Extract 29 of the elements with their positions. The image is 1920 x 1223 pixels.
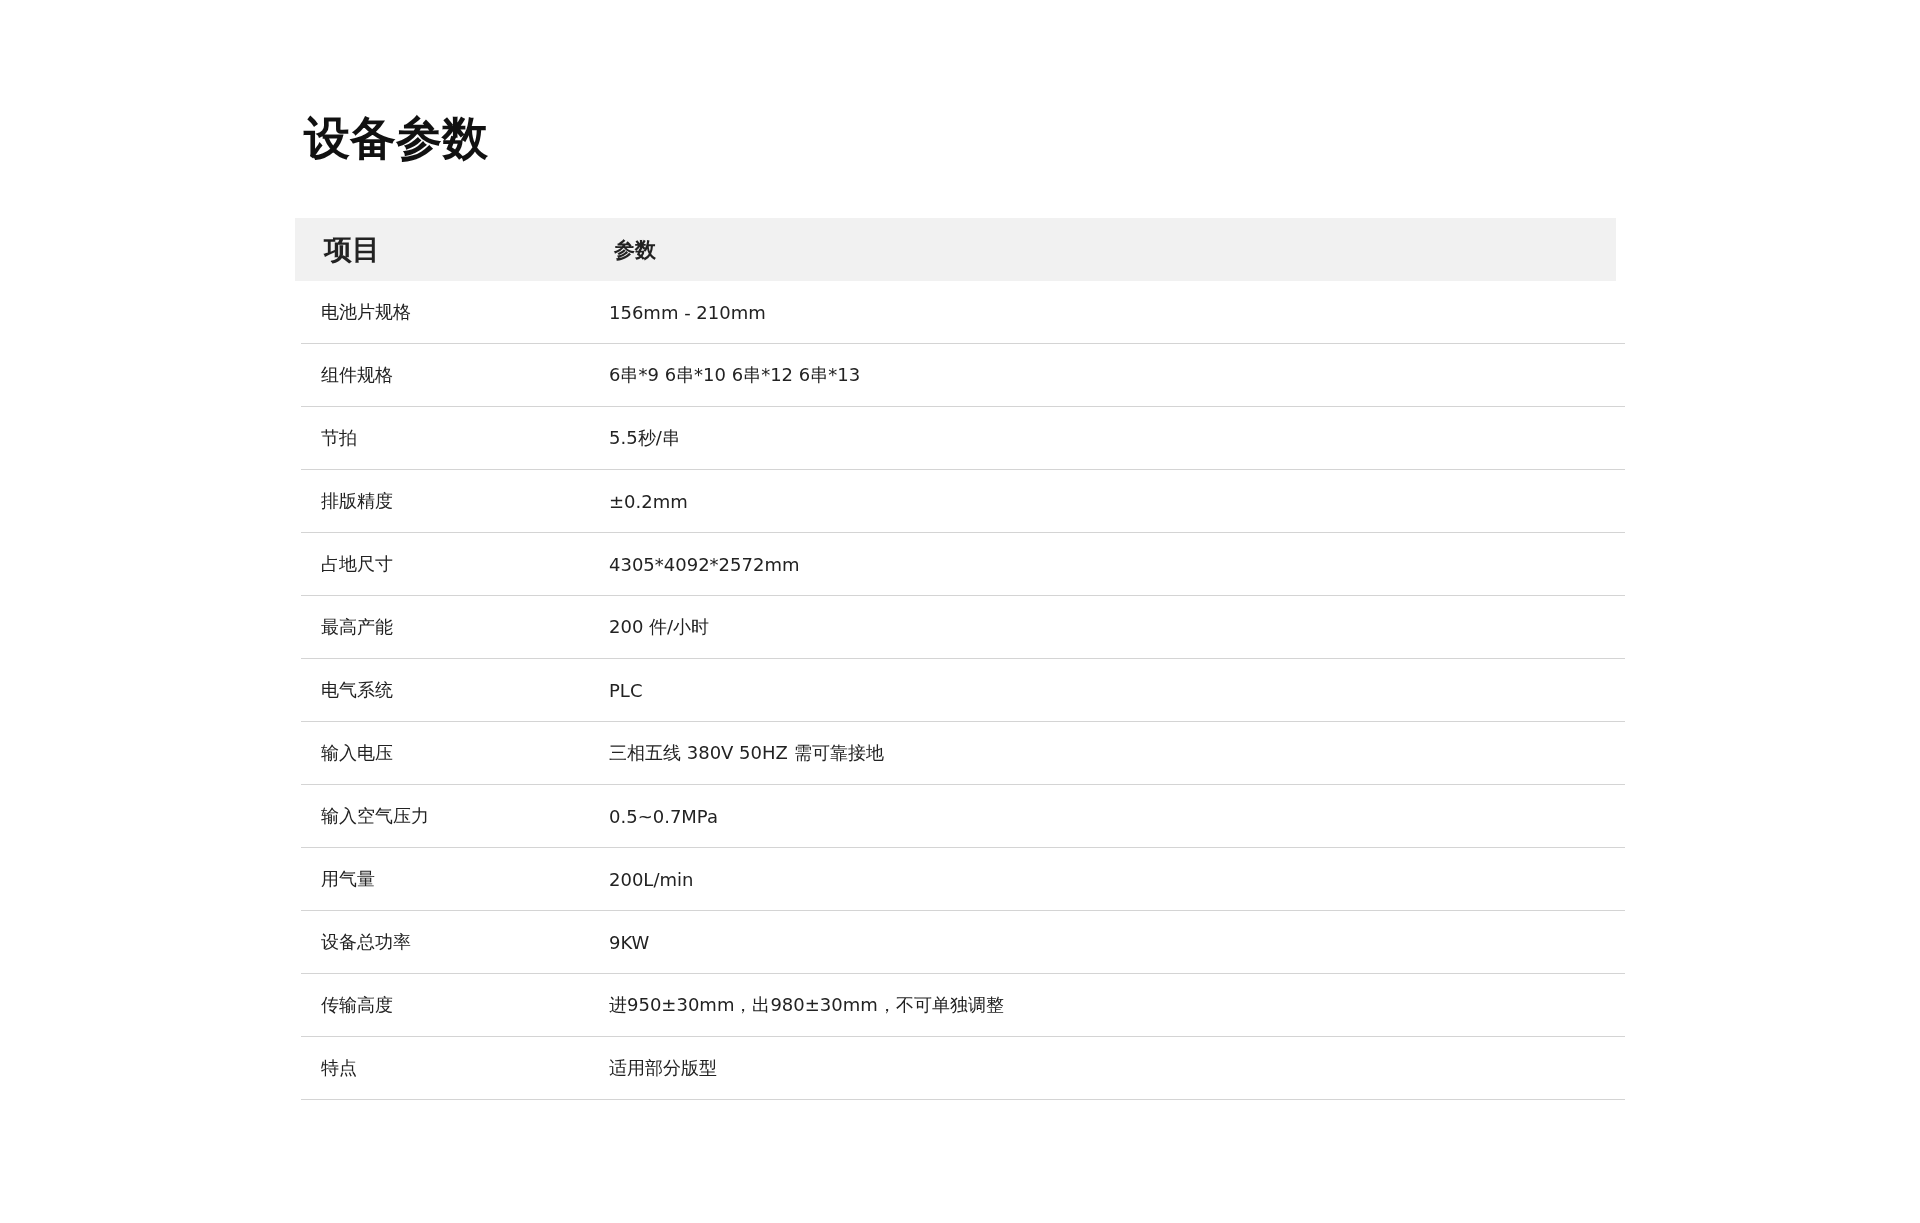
parameter-value: 4305*4092*2572mm xyxy=(609,553,800,575)
parameter-name: 特点 xyxy=(321,1056,357,1080)
parameter-value: 三相五线 380V 50HZ 需可靠接地 xyxy=(609,741,884,765)
parameter-name: 用气量 xyxy=(321,867,375,891)
parameter-value: PLC xyxy=(609,679,643,701)
parameter-value: ±0.2mm xyxy=(609,490,688,512)
parameter-name: 输入空气压力 xyxy=(321,804,429,828)
parameter-name: 电气系统 xyxy=(321,678,393,702)
parameter-value: 200L/min xyxy=(609,868,694,890)
page-title: 设备参数 xyxy=(304,110,489,167)
parameter-name: 占地尺寸 xyxy=(321,552,393,576)
column-header: 项目 xyxy=(324,231,380,268)
parameter-name: 电池片规格 xyxy=(321,300,411,324)
parameter-value: 进950±30mm，出980±30mm，不可单独调整 xyxy=(609,993,1004,1017)
parameter-value: 6串*9 6串*10 6串*12 6串*13 xyxy=(609,363,861,387)
parameter-name: 组件规格 xyxy=(321,363,393,387)
parameter-value: 156mm - 210mm xyxy=(609,301,766,323)
parameter-name: 设备总功率 xyxy=(321,930,411,954)
parameter-value: 5.5秒/串 xyxy=(609,426,680,450)
parameter-name: 排版精度 xyxy=(321,489,393,513)
parameter-name: 输入电压 xyxy=(321,741,393,765)
parameter-value: 适用部分版型 xyxy=(609,1056,717,1080)
parameter-name: 传输高度 xyxy=(321,993,393,1017)
parameter-name: 节拍 xyxy=(321,426,357,450)
parameter-value: 0.5~0.7MPa xyxy=(609,805,718,827)
parameter-name: 最高产能 xyxy=(321,615,393,639)
column-header: 参数 xyxy=(614,236,656,264)
parameter-value: 200 件/小时 xyxy=(609,615,710,639)
parameter-value: 9KW xyxy=(609,931,650,953)
